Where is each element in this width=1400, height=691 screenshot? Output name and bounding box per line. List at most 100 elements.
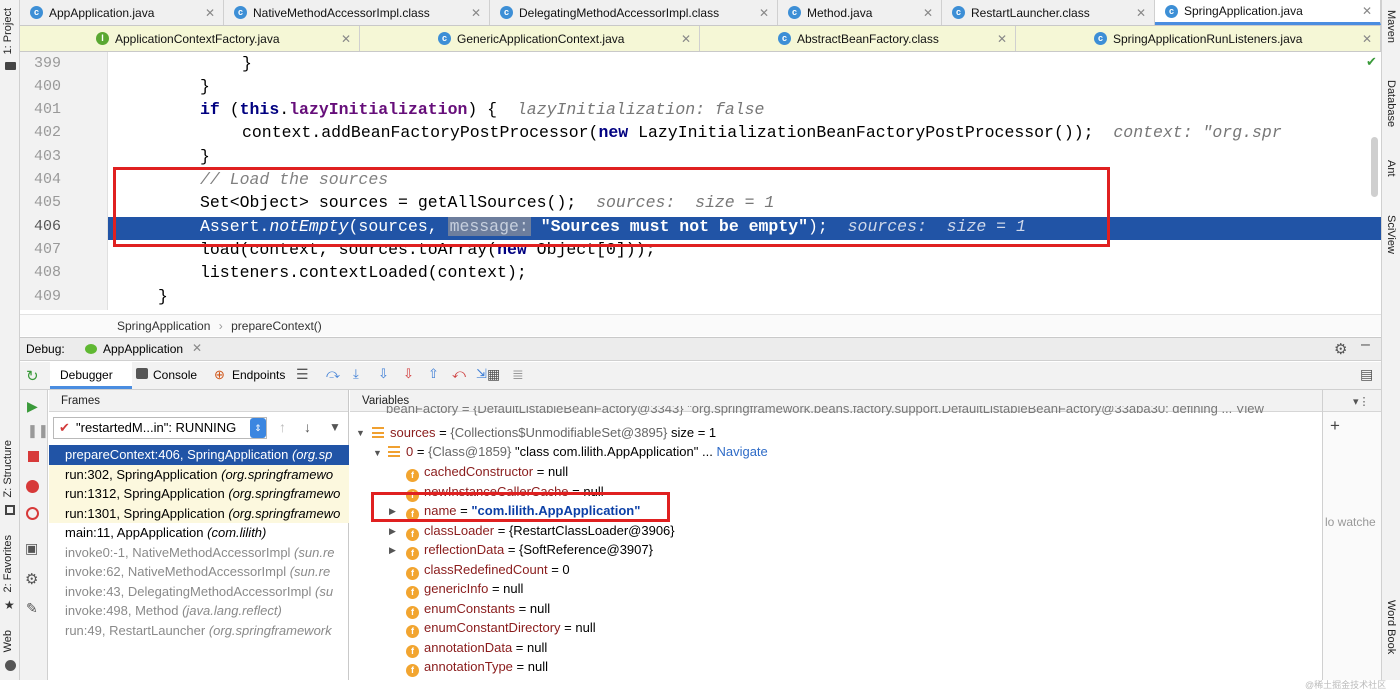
- tab-applicationcontextfactory[interactable]: I ApplicationContextFactory.java ✕: [20, 26, 360, 51]
- resume-icon[interactable]: ▶: [27, 398, 38, 415]
- chevron-down-icon[interactable]: ⇕: [250, 418, 266, 438]
- variable-element-0[interactable]: 0 = {Class@1859} "class com.lilith.AppAp…: [388, 442, 768, 462]
- collapsed-arrow-icon[interactable]: ▶: [389, 526, 396, 537]
- breadcrumb-class[interactable]: SpringApplication: [117, 319, 210, 333]
- class-icon: c: [1165, 4, 1178, 18]
- project-folder-icon[interactable]: [5, 62, 16, 70]
- favorites-tool-button[interactable]: 2: Favorites: [2, 535, 14, 592]
- stack-frame[interactable]: invoke:62, NativeMethodAccessorImpl (sun…: [49, 562, 349, 582]
- pause-icon[interactable]: ❚❚: [27, 423, 49, 439]
- minimize-icon[interactable]: –: [1361, 336, 1370, 354]
- camera-icon[interactable]: ▣: [25, 540, 38, 557]
- star-icon[interactable]: ★: [4, 598, 15, 612]
- close-icon[interactable]: ✕: [681, 32, 691, 46]
- more-icon[interactable]: ▾⋮: [1353, 395, 1370, 408]
- variable-sources[interactable]: sources = {Collections$UnmodifiableSet@3…: [372, 423, 716, 443]
- menu-icon[interactable]: ☰: [296, 366, 309, 383]
- view-breakpoints-icon[interactable]: [26, 480, 39, 493]
- stack-frame[interactable]: run:302, SpringApplication (org.springfr…: [49, 464, 349, 484]
- stack-frame[interactable]: invoke0:-1, NativeMethodAccessorImpl (su…: [49, 543, 349, 563]
- expanded-arrow-icon[interactable]: ▼: [356, 428, 365, 438]
- field-reflectionData[interactable]: f reflectionData = {SoftReference@3907}: [406, 540, 653, 560]
- close-icon[interactable]: ✕: [1136, 6, 1146, 20]
- close-icon[interactable]: ✕: [923, 6, 933, 20]
- field-classRedefinedCount[interactable]: f classRedefinedCount = 0: [406, 560, 570, 580]
- add-watch-icon[interactable]: +: [1330, 416, 1340, 436]
- close-icon[interactable]: ✕: [205, 6, 215, 20]
- stack-frame[interactable]: run:1312, SpringApplication (org.springf…: [49, 484, 349, 504]
- structure-tool-button[interactable]: Z: Structure: [2, 440, 14, 497]
- close-icon[interactable]: ✕: [759, 6, 769, 20]
- thread-selector[interactable]: ✔ "restartedM...in": RUNNING: [53, 417, 267, 439]
- stack-frame[interactable]: run:49, RestartLauncher (org.springframe…: [49, 621, 349, 641]
- web-tool-button[interactable]: Web: [2, 630, 14, 652]
- step-over-icon[interactable]: ⤓: [353, 366, 359, 382]
- ant-tool-button[interactable]: Ant: [1385, 160, 1397, 177]
- stack-frame[interactable]: invoke:43, DelegatingMethodAccessorImpl …: [49, 582, 349, 602]
- tab-abstractbeanfactory[interactable]: c AbstractBeanFactory.class ✕: [700, 26, 1016, 51]
- tab-springapplication[interactable]: c SpringApplication.java ✕: [1155, 0, 1381, 25]
- field-genericInfo[interactable]: f genericInfo = null: [406, 579, 523, 599]
- close-icon[interactable]: ✕: [997, 32, 1007, 46]
- field-classLoader[interactable]: f classLoader = {RestartClassLoader@3906}: [406, 521, 675, 541]
- pin-icon[interactable]: ✎: [26, 600, 38, 617]
- tab-appapplication[interactable]: c AppApplication.java ✕: [20, 0, 224, 25]
- filter-icon[interactable]: ▼: [329, 420, 341, 434]
- rerun-icon[interactable]: ↻: [26, 367, 39, 385]
- code-line-400: }: [200, 77, 210, 96]
- trace-icon[interactable]: ≣: [512, 366, 524, 383]
- code-editor[interactable]: 399 400 401 402 403 404 405 406 407 408 …: [20, 52, 1381, 310]
- show-execution-point-icon[interactable]: ⤼: [326, 366, 340, 382]
- web-icon[interactable]: [5, 660, 16, 671]
- step-out-icon[interactable]: ⇧: [428, 366, 439, 382]
- arrow-down-icon[interactable]: ↓: [304, 419, 311, 435]
- tab-console[interactable]: Console: [153, 368, 197, 382]
- drop-frame-icon[interactable]: ⤺: [452, 366, 466, 382]
- sciview-tool-button[interactable]: SciView: [1385, 215, 1397, 254]
- settings-icon[interactable]: ⚙: [25, 570, 38, 588]
- tab-springapplicationrunlisteners[interactable]: c SpringApplicationRunListeners.java ✕: [1016, 26, 1381, 51]
- tab-delegatingmethodaccessorimpl[interactable]: c DelegatingMethodAccessorImpl.class ✕: [490, 0, 778, 25]
- close-icon[interactable]: ✕: [1362, 4, 1372, 18]
- stack-frame[interactable]: invoke:498, Method (java.lang.reflect): [49, 601, 349, 621]
- stack-frame[interactable]: main:11, AppApplication (com.lilith): [49, 523, 349, 543]
- close-icon[interactable]: ✕: [341, 32, 351, 46]
- project-tool-button[interactable]: 1: Project: [2, 8, 14, 54]
- field-enumConstants[interactable]: f enumConstants = null: [406, 599, 550, 619]
- navigate-link[interactable]: Navigate: [716, 444, 767, 459]
- frame-package: (org.springframewo: [228, 486, 341, 501]
- breadcrumb-method[interactable]: prepareContext(): [231, 319, 322, 333]
- gear-icon[interactable]: ⚙: [1334, 340, 1347, 358]
- stack-frame[interactable]: run:1301, SpringApplication (org.springf…: [49, 503, 349, 523]
- tab-debugger[interactable]: Debugger: [50, 362, 132, 389]
- evaluate-icon[interactable]: ▦: [487, 366, 500, 383]
- stop-icon[interactable]: [28, 451, 39, 462]
- field-annotationType[interactable]: f annotationType = null: [406, 657, 548, 677]
- scrollbar[interactable]: [1371, 137, 1378, 197]
- collapsed-arrow-icon[interactable]: ▶: [389, 545, 396, 556]
- force-step-into-icon[interactable]: ⇩: [403, 366, 414, 382]
- mute-breakpoints-icon[interactable]: [26, 507, 39, 520]
- expanded-arrow-icon[interactable]: ▼: [373, 448, 382, 458]
- layout-icon[interactable]: ▤: [1360, 366, 1373, 383]
- close-icon[interactable]: ✕: [192, 341, 202, 355]
- close-icon[interactable]: ✕: [1362, 32, 1372, 46]
- field-annotationData[interactable]: f annotationData = null: [406, 638, 547, 658]
- close-icon[interactable]: ✕: [471, 6, 481, 20]
- stack-frame[interactable]: prepareContext:406, SpringApplication (o…: [49, 445, 349, 465]
- structure-icon[interactable]: [5, 505, 15, 515]
- tab-restartlauncher[interactable]: c RestartLauncher.class ✕: [942, 0, 1155, 25]
- database-tool-button[interactable]: Database: [1385, 80, 1397, 127]
- tab-genericapplicationcontext[interactable]: c GenericApplicationContext.java ✕: [360, 26, 700, 51]
- tab-endpoints[interactable]: Endpoints: [232, 368, 285, 382]
- field-enumConstantDirectory[interactable]: f enumConstantDirectory = null: [406, 618, 596, 638]
- run-to-cursor-icon[interactable]: ⇲: [476, 366, 487, 382]
- arrow-up-icon[interactable]: ↑: [279, 419, 286, 435]
- debug-session-tab[interactable]: AppApplication: [103, 342, 183, 356]
- step-into-icon[interactable]: ⇩: [378, 366, 389, 382]
- wordbook-tool-button[interactable]: Word Book: [1385, 600, 1397, 654]
- maven-tool-button[interactable]: Maven: [1385, 10, 1397, 43]
- field-cachedConstructor[interactable]: f cachedConstructor = null: [406, 462, 568, 482]
- tab-method[interactable]: c Method.java ✕: [778, 0, 942, 25]
- tab-nativemethodaccessorimpl[interactable]: c NativeMethodAccessorImpl.class ✕: [224, 0, 490, 25]
